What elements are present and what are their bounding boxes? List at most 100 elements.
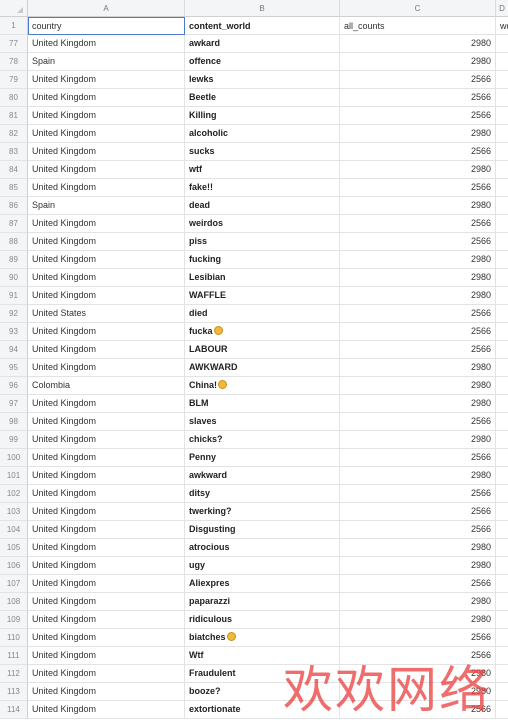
- row-number[interactable]: 83: [0, 143, 28, 161]
- cell-country[interactable]: United Kingdom: [28, 179, 185, 197]
- row-number[interactable]: 85: [0, 179, 28, 197]
- cell-d[interactable]: [496, 647, 508, 665]
- cell-country[interactable]: United Kingdom: [28, 35, 185, 53]
- cell-d[interactable]: [496, 233, 508, 251]
- cell-all-counts[interactable]: 2566: [340, 485, 496, 503]
- row-number[interactable]: 114: [0, 701, 28, 719]
- cell-content-world-header[interactable]: content_world: [185, 17, 340, 35]
- cell-content-world[interactable]: atrocious: [185, 539, 340, 557]
- cell-d[interactable]: [496, 269, 508, 287]
- cell-all-counts[interactable]: 2980: [340, 35, 496, 53]
- cell-d[interactable]: [496, 665, 508, 683]
- cell-content-world[interactable]: booze?: [185, 683, 340, 701]
- cell-country[interactable]: Spain: [28, 53, 185, 71]
- row-number[interactable]: 103: [0, 503, 28, 521]
- cell-content-world[interactable]: fake!!: [185, 179, 340, 197]
- cell-d[interactable]: [496, 701, 508, 719]
- cell-all-counts[interactable]: 2980: [340, 665, 496, 683]
- cell-country[interactable]: United Kingdom: [28, 161, 185, 179]
- column-header-b[interactable]: B: [185, 0, 340, 17]
- cell-all-counts[interactable]: 2980: [340, 593, 496, 611]
- cell-content-world[interactable]: wtf: [185, 161, 340, 179]
- cell-country-header[interactable]: country: [28, 17, 185, 35]
- row-number[interactable]: 1: [0, 17, 28, 35]
- cell-content-world[interactable]: chicks?: [185, 431, 340, 449]
- row-number[interactable]: 86: [0, 197, 28, 215]
- column-header-c[interactable]: C: [340, 0, 496, 17]
- row-number[interactable]: 108: [0, 593, 28, 611]
- cell-d[interactable]: [496, 503, 508, 521]
- cell-content-world[interactable]: ridiculous: [185, 611, 340, 629]
- row-number[interactable]: 111: [0, 647, 28, 665]
- cell-d-header[interactable]: wo: [496, 17, 508, 35]
- cell-all-counts[interactable]: 2566: [340, 449, 496, 467]
- cell-content-world[interactable]: piss: [185, 233, 340, 251]
- cell-content-world[interactable]: Disgusting: [185, 521, 340, 539]
- cell-d[interactable]: [496, 179, 508, 197]
- cell-d[interactable]: [496, 521, 508, 539]
- cell-content-world[interactable]: weirdos: [185, 215, 340, 233]
- cell-country[interactable]: United Kingdom: [28, 359, 185, 377]
- cell-d[interactable]: [496, 539, 508, 557]
- cell-d[interactable]: [496, 35, 508, 53]
- cell-all-counts[interactable]: 2980: [340, 431, 496, 449]
- cell-country[interactable]: United Kingdom: [28, 125, 185, 143]
- cell-country[interactable]: United Kingdom: [28, 575, 185, 593]
- cell-all-counts[interactable]: 2980: [340, 125, 496, 143]
- cell-all-counts[interactable]: 2566: [340, 629, 496, 647]
- row-number[interactable]: 89: [0, 251, 28, 269]
- row-number[interactable]: 97: [0, 395, 28, 413]
- cell-country[interactable]: Colombia: [28, 377, 185, 395]
- cell-d[interactable]: [496, 161, 508, 179]
- cell-all-counts[interactable]: 2566: [340, 323, 496, 341]
- cell-country[interactable]: United Kingdom: [28, 539, 185, 557]
- cell-d[interactable]: [496, 575, 508, 593]
- row-number[interactable]: 94: [0, 341, 28, 359]
- cell-d[interactable]: [496, 71, 508, 89]
- row-number[interactable]: 101: [0, 467, 28, 485]
- cell-all-counts[interactable]: 2566: [340, 503, 496, 521]
- cell-content-world[interactable]: Wtf: [185, 647, 340, 665]
- cell-all-counts[interactable]: 2566: [340, 647, 496, 665]
- cell-all-counts[interactable]: 2980: [340, 377, 496, 395]
- cell-country[interactable]: United Kingdom: [28, 593, 185, 611]
- row-number[interactable]: 78: [0, 53, 28, 71]
- cell-d[interactable]: [496, 611, 508, 629]
- cell-d[interactable]: [496, 359, 508, 377]
- cell-content-world[interactable]: awkward: [185, 467, 340, 485]
- cell-content-world[interactable]: BLM: [185, 395, 340, 413]
- cell-d[interactable]: [496, 125, 508, 143]
- row-number[interactable]: 80: [0, 89, 28, 107]
- cell-d[interactable]: [496, 395, 508, 413]
- cell-d[interactable]: [496, 287, 508, 305]
- cell-all-counts[interactable]: 2980: [340, 557, 496, 575]
- cell-content-world[interactable]: LABOUR: [185, 341, 340, 359]
- row-number[interactable]: 95: [0, 359, 28, 377]
- cell-content-world[interactable]: Beetle: [185, 89, 340, 107]
- cell-country[interactable]: United Kingdom: [28, 251, 185, 269]
- cell-country[interactable]: Spain: [28, 197, 185, 215]
- row-number[interactable]: 81: [0, 107, 28, 125]
- cell-country[interactable]: United Kingdom: [28, 665, 185, 683]
- cell-country[interactable]: United Kingdom: [28, 521, 185, 539]
- row-number[interactable]: 96: [0, 377, 28, 395]
- cell-d[interactable]: [496, 215, 508, 233]
- cell-all-counts-header[interactable]: all_counts: [340, 17, 496, 35]
- cell-all-counts[interactable]: 2980: [340, 395, 496, 413]
- cell-content-world[interactable]: ugy: [185, 557, 340, 575]
- cell-all-counts[interactable]: 2566: [340, 701, 496, 719]
- cell-country[interactable]: United Kingdom: [28, 287, 185, 305]
- cell-content-world[interactable]: Fraudulent: [185, 665, 340, 683]
- cell-content-world[interactable]: offence: [185, 53, 340, 71]
- row-number[interactable]: 110: [0, 629, 28, 647]
- cell-all-counts[interactable]: 2566: [340, 341, 496, 359]
- row-number[interactable]: 79: [0, 71, 28, 89]
- cell-country[interactable]: United Kingdom: [28, 467, 185, 485]
- row-number[interactable]: 112: [0, 665, 28, 683]
- cell-all-counts[interactable]: 2980: [340, 683, 496, 701]
- cell-content-world[interactable]: dead: [185, 197, 340, 215]
- cell-country[interactable]: United Kingdom: [28, 89, 185, 107]
- cell-country[interactable]: United Kingdom: [28, 395, 185, 413]
- cell-country[interactable]: United Kingdom: [28, 449, 185, 467]
- row-number[interactable]: 100: [0, 449, 28, 467]
